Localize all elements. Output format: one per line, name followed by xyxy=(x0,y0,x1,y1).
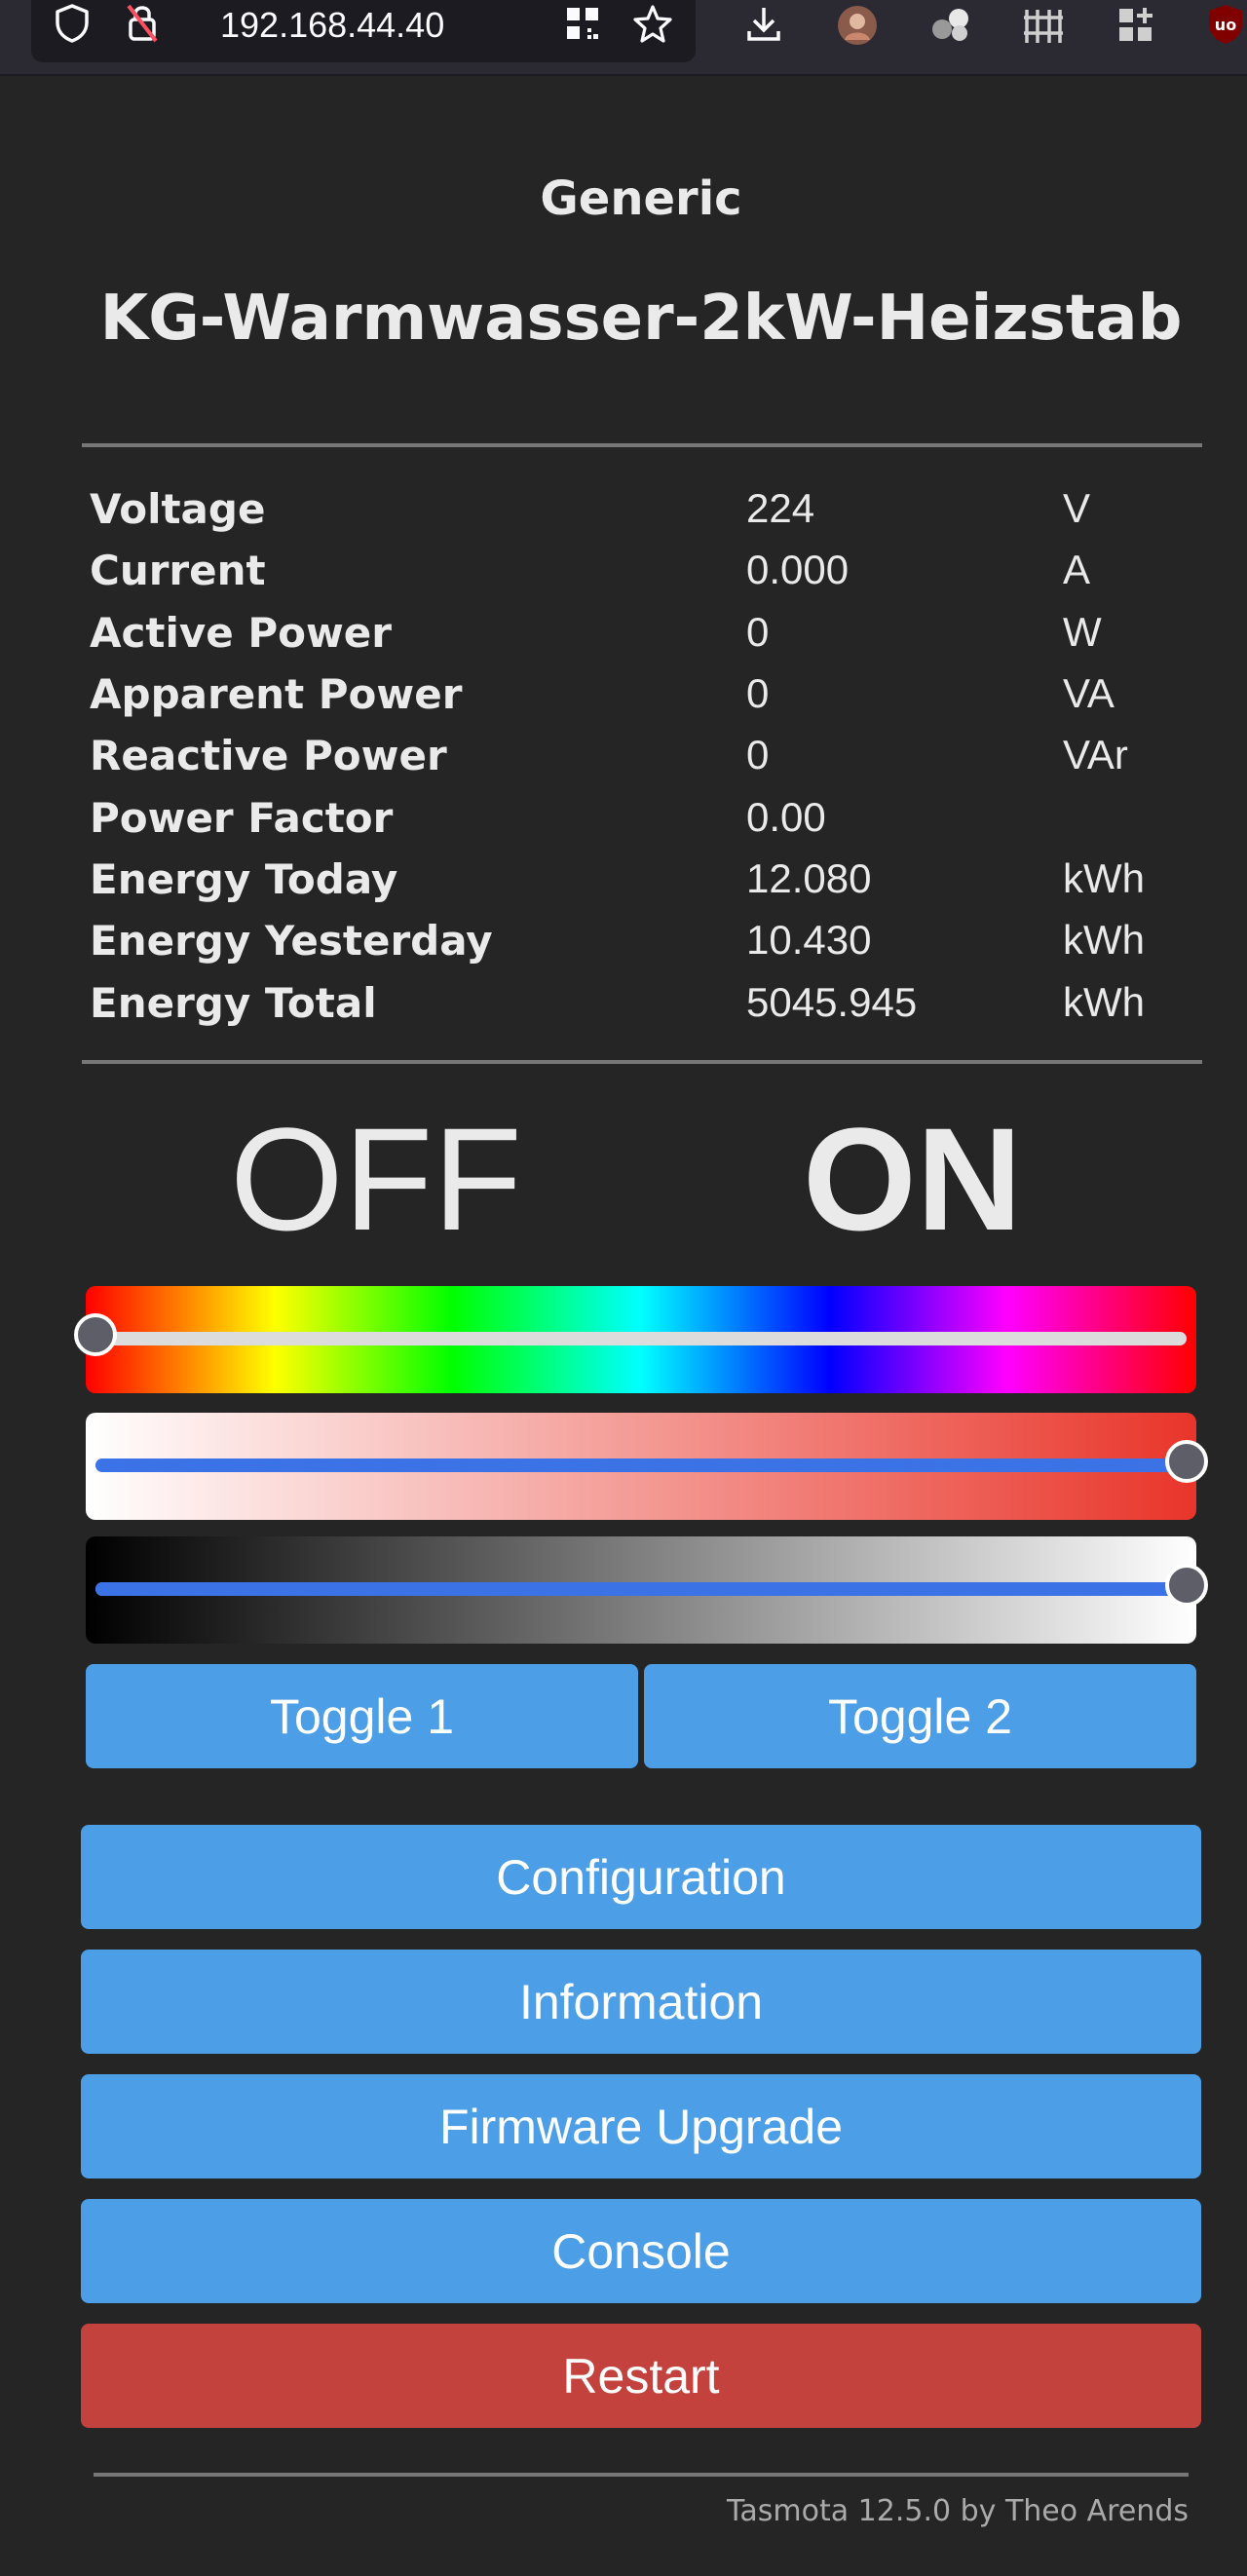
sensor-value: 0.00 xyxy=(746,794,826,840)
sensor-unit: A xyxy=(1063,547,1091,592)
qr-code-icon[interactable] xyxy=(561,0,604,47)
sensor-value: 0 xyxy=(746,670,770,716)
sensor-value: 224 xyxy=(746,485,815,531)
bookmark-star-icon[interactable] xyxy=(631,0,674,47)
device-name: KG-Warmwasser-2kW-Heizstab xyxy=(99,283,1183,355)
insecure-lock-icon[interactable] xyxy=(121,0,164,47)
information-button[interactable]: Information xyxy=(81,1950,1201,2054)
sensor-row-energy-today: Energy Today 12.080 kWh xyxy=(0,855,1247,917)
sensor-label: Voltage xyxy=(90,485,266,533)
svg-text:uo: uo xyxy=(1215,16,1236,34)
sensor-value: 0 xyxy=(746,732,770,777)
sensor-row-power-factor: Power Factor 0.00 xyxy=(0,794,1247,855)
power-state-off: OFF xyxy=(230,1097,522,1261)
sensor-unit: kWh xyxy=(1063,917,1145,963)
shield-icon[interactable] xyxy=(51,0,94,47)
sensor-row-active-power: Active Power 0 W xyxy=(0,609,1247,670)
sensor-unit: VAr xyxy=(1063,732,1128,777)
extension-fence-icon[interactable] xyxy=(1021,4,1066,47)
extension-spheres-icon[interactable] xyxy=(929,4,972,47)
footer-version: Tasmota 12.5.0 by Theo Arends xyxy=(727,2494,1189,2528)
sensor-row-voltage: Voltage 224 V xyxy=(0,485,1247,547)
ublock-icon[interactable]: uo xyxy=(1206,2,1245,47)
dimmer-slider-track[interactable] xyxy=(95,1564,1208,1607)
sensor-row-energy-total: Energy Total 5045.945 kWh xyxy=(0,979,1247,1041)
module-name: Generic xyxy=(540,171,742,226)
sensor-value: 0.000 xyxy=(746,547,850,592)
extensions-grid-icon[interactable] xyxy=(1115,4,1157,47)
sensor-value: 12.080 xyxy=(746,855,872,901)
toggle-2-button[interactable]: Toggle 2 xyxy=(644,1664,1196,1768)
hue-slider-thumb[interactable] xyxy=(74,1313,117,1356)
profile-avatar-icon[interactable] xyxy=(836,4,879,47)
configuration-button[interactable]: Configuration xyxy=(81,1825,1201,1929)
hue-slider-track[interactable] xyxy=(74,1313,1187,1356)
sensor-row-apparent-power: Apparent Power 0 VA xyxy=(0,670,1247,732)
dimmer-slider-thumb[interactable] xyxy=(1165,1564,1208,1607)
saturation-slider-fill xyxy=(95,1458,1187,1472)
power-state-on: ON xyxy=(803,1097,1022,1261)
dimmer-slider[interactable] xyxy=(86,1536,1208,1644)
browser-toolbar: 192.168.44.40 uo xyxy=(0,0,1247,76)
sensor-unit: W xyxy=(1063,609,1102,655)
divider-bottom xyxy=(82,1060,1202,1064)
firmware-upgrade-button[interactable]: Firmware Upgrade xyxy=(81,2074,1201,2178)
sensor-unit: kWh xyxy=(1063,855,1145,901)
sensor-label: Energy Total xyxy=(90,979,377,1027)
sensor-unit: V xyxy=(1063,485,1091,531)
sensor-value: 10.430 xyxy=(746,917,872,963)
sensor-value: 0 xyxy=(746,609,770,655)
sensor-unit: VA xyxy=(1063,670,1115,716)
sensor-row-current: Current 0.000 A xyxy=(0,547,1247,608)
restart-button[interactable]: Restart xyxy=(81,2324,1201,2428)
sensor-unit: kWh xyxy=(1063,979,1145,1025)
saturation-slider[interactable] xyxy=(86,1413,1208,1520)
url-bar[interactable]: 192.168.44.40 xyxy=(31,0,696,62)
sensor-label: Power Factor xyxy=(90,794,394,842)
sensor-row-reactive-power: Reactive Power 0 VAr xyxy=(0,732,1247,793)
hue-slider[interactable] xyxy=(74,1286,1196,1393)
sensor-label: Active Power xyxy=(90,609,392,657)
download-icon[interactable] xyxy=(742,0,785,49)
sensor-label: Current xyxy=(90,547,266,594)
footer-divider xyxy=(94,2473,1189,2477)
url-text[interactable]: 192.168.44.40 xyxy=(220,0,444,51)
console-button[interactable]: Console xyxy=(81,2199,1201,2303)
sensor-label: Energy Yesterday xyxy=(90,917,493,965)
divider-top xyxy=(82,443,1202,447)
sensor-label: Reactive Power xyxy=(90,732,447,779)
toggle-1-button[interactable]: Toggle 1 xyxy=(86,1664,638,1768)
sensor-value: 5045.945 xyxy=(746,979,918,1025)
saturation-slider-thumb[interactable] xyxy=(1165,1440,1208,1483)
sensor-row-energy-yesterday: Energy Yesterday 10.430 kWh xyxy=(0,917,1247,978)
sensor-label: Apparent Power xyxy=(90,670,463,718)
saturation-slider-track[interactable] xyxy=(95,1440,1208,1483)
sensor-label: Energy Today xyxy=(90,855,398,903)
dimmer-slider-fill xyxy=(95,1582,1187,1596)
